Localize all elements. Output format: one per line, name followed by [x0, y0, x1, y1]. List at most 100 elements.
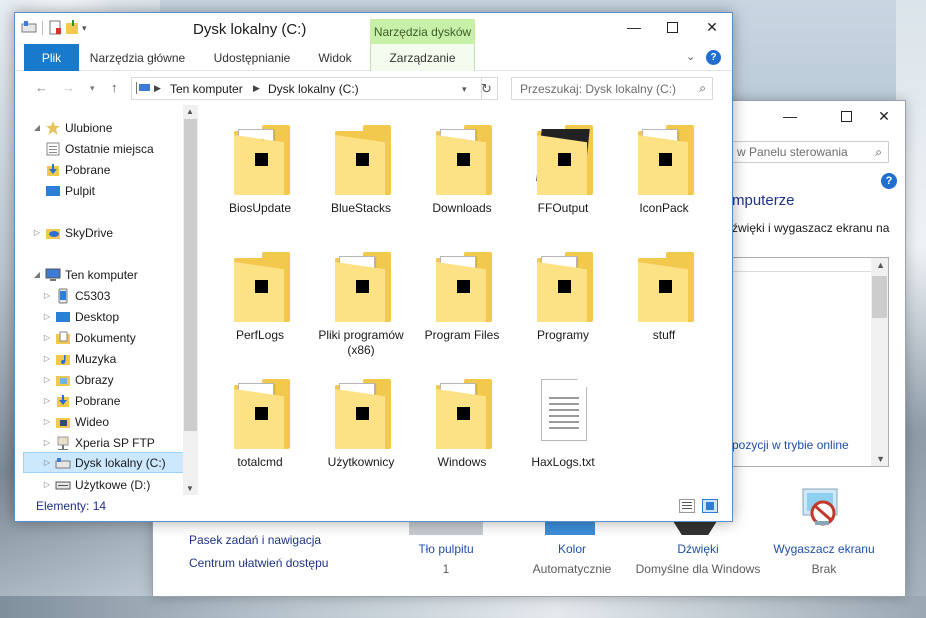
- properties-icon[interactable]: [48, 20, 62, 36]
- expand-arrow-icon[interactable]: ▷: [41, 375, 53, 384]
- file-item[interactable]: Downloads: [412, 115, 512, 225]
- scroll-down-icon[interactable]: ▼: [876, 454, 885, 464]
- back-arrow-icon[interactable]: ←: [35, 80, 48, 95]
- expand-arrow-icon[interactable]: ▷: [41, 458, 53, 467]
- cp-online-link[interactable]: pozycji w trybie online: [732, 438, 849, 452]
- file-item[interactable]: PerfLogs: [210, 242, 310, 352]
- file-item[interactable]: BiosUpdate: [210, 115, 310, 225]
- file-item[interactable]: Programy: [513, 242, 613, 352]
- nav-label: Pobrane: [75, 393, 121, 408]
- cp-minimize-button[interactable]: —: [767, 101, 813, 131]
- gallery-color[interactable]: Kolor: [507, 542, 637, 556]
- gallery-screensaver[interactable]: Wygaszacz ekranu: [759, 542, 889, 556]
- breadcrumb-local-disk[interactable]: Dysk lokalny (C:): [268, 82, 359, 96]
- expand-arrow-icon[interactable]: ▷: [41, 417, 53, 426]
- collapse-arrow-icon[interactable]: ◢: [31, 270, 43, 279]
- expand-arrow-icon[interactable]: ▷: [41, 291, 53, 300]
- nav-videos[interactable]: ▷ Wideo: [41, 411, 109, 432]
- cp-link-taskbar[interactable]: Pasek zadań i nawigacja: [189, 533, 321, 547]
- cp-scroll-thumb[interactable]: [872, 276, 887, 318]
- ribbon-tabs: Plik Narzędzia główne Udostępnianie Wido…: [15, 44, 732, 71]
- gallery-sounds[interactable]: Dźwięki: [633, 542, 763, 556]
- new-folder-icon[interactable]: [65, 20, 79, 36]
- tab-manage[interactable]: Zarządzanie: [370, 44, 475, 71]
- details-view-icon[interactable]: [679, 499, 695, 513]
- forward-arrow-icon[interactable]: →: [62, 80, 75, 95]
- nav-xperia-ftp[interactable]: ▷ Xperia SP FTP: [41, 432, 155, 453]
- up-arrow-icon[interactable]: ↑: [111, 80, 118, 95]
- address-dropdown-icon[interactable]: ▾: [462, 84, 467, 95]
- navigation-pane-scrollbar[interactable]: ▲ ▼: [183, 105, 198, 495]
- expand-arrow-icon[interactable]: ▷: [41, 312, 53, 321]
- file-item[interactable]: BlueStacks: [311, 115, 411, 225]
- address-bar[interactable]: ▶ Ten komputer ▶ Dysk lokalny (C:) ▾: [131, 77, 482, 100]
- file-item[interactable]: Pliki programów (x86): [311, 242, 411, 357]
- recent-locations-chevron-icon[interactable]: ▾: [90, 83, 95, 94]
- file-list[interactable]: BiosUpdate BlueStacks Downloads FFOutput Ico…: [198, 105, 732, 495]
- collapse-arrow-icon[interactable]: ◢: [31, 123, 43, 132]
- refresh-button[interactable]: ↻: [476, 77, 498, 100]
- expand-arrow-icon[interactable]: ▷: [41, 333, 53, 342]
- file-item[interactable]: Program Files: [412, 242, 512, 352]
- tab-share[interactable]: Udostępnianie: [205, 44, 299, 71]
- nav-desktop-favorite[interactable]: Pulpit: [43, 180, 95, 201]
- breadcrumb-arrow-icon[interactable]: ▶: [154, 83, 161, 94]
- expand-arrow-icon[interactable]: ▷: [31, 228, 43, 237]
- expand-arrow-icon[interactable]: ▷: [41, 480, 53, 489]
- close-button[interactable]: ✕: [690, 13, 734, 41]
- help-button[interactable]: ?: [706, 50, 721, 65]
- file-item[interactable]: Użytkownicy: [311, 369, 411, 479]
- tab-home[interactable]: Narzędzia główne: [85, 44, 190, 71]
- cp-link-ease-of-access[interactable]: Centrum ułatwień dostępu: [189, 556, 328, 570]
- scroll-up-icon[interactable]: ▲: [876, 260, 885, 270]
- drive-icon[interactable]: [21, 21, 37, 35]
- file-item[interactable]: stuff: [614, 242, 714, 352]
- qat-customize-icon[interactable]: ▾: [82, 23, 87, 34]
- cp-theme-list-scrollbar[interactable]: ▲ ▼: [871, 258, 888, 466]
- cp-theme-list[interactable]: ▲ ▼: [732, 257, 889, 467]
- navigation-scroll-thumb[interactable]: [184, 119, 197, 431]
- nav-music[interactable]: ▷ Muzyka: [41, 348, 116, 369]
- nav-downloads[interactable]: ▷ Pobrane: [41, 390, 120, 411]
- scroll-down-icon[interactable]: ▼: [186, 484, 194, 493]
- expand-arrow-icon[interactable]: ▷: [41, 396, 53, 405]
- nav-c5303[interactable]: ▷ C5303: [41, 285, 110, 306]
- file-item[interactable]: Windows: [412, 369, 512, 479]
- nav-drive-d[interactable]: ▷ Użytkowe (D:): [41, 474, 150, 495]
- explorer-window[interactable]: ▾ Dysk lokalny (C:) Narzędzia dysków — ✕…: [14, 12, 733, 522]
- nav-documents[interactable]: ▷ Dokumenty: [41, 327, 136, 348]
- ribbon-expand-icon[interactable]: ⌄: [686, 50, 695, 63]
- expand-arrow-icon[interactable]: ▷: [41, 438, 53, 447]
- file-item[interactable]: IconPack: [614, 115, 714, 225]
- search-input[interactable]: Przeszukaj: Dysk lokalny (C:) ⌕: [511, 77, 713, 100]
- cp-search-input[interactable]: w Panelu sterowania ⌕: [732, 141, 889, 163]
- file-item[interactable]: HaxLogs.txt: [513, 369, 613, 479]
- desktop-background-thumbnail[interactable]: [409, 521, 483, 535]
- nav-skydrive[interactable]: ▷ SkyDrive: [31, 222, 113, 243]
- file-item[interactable]: totalcmd: [210, 369, 310, 479]
- screensaver-icon[interactable]: [799, 485, 843, 529]
- breadcrumb-this-pc[interactable]: Ten komputer: [170, 82, 243, 96]
- tab-file[interactable]: Plik: [24, 44, 79, 71]
- cp-help-button[interactable]: ?: [881, 173, 897, 189]
- file-item[interactable]: FFOutput: [513, 115, 613, 225]
- nav-favorites[interactable]: ◢ Ulubione: [31, 117, 112, 138]
- color-thumbnail[interactable]: [545, 521, 595, 535]
- navigation-pane[interactable]: ◢ Ulubione Ostatnie miejsca Pobrane Pulp…: [15, 105, 198, 495]
- scroll-up-icon[interactable]: ▲: [186, 107, 194, 116]
- nav-local-disk-c[interactable]: ▷ Dysk lokalny (C:): [23, 452, 185, 473]
- maximize-button[interactable]: [650, 13, 694, 41]
- cp-close-button[interactable]: ✕: [861, 101, 907, 131]
- breadcrumb-arrow-icon[interactable]: ▶: [253, 83, 260, 94]
- nav-pictures[interactable]: ▷ Obrazy: [41, 369, 114, 390]
- sounds-thumbnail[interactable]: [673, 521, 717, 535]
- nav-recent-places[interactable]: Ostatnie miejsca: [43, 138, 154, 159]
- explorer-titlebar[interactable]: ▾ Dysk lokalny (C:) Narzędzia dysków — ✕: [15, 13, 734, 44]
- expand-arrow-icon[interactable]: ▷: [41, 354, 53, 363]
- nav-favorites-downloads[interactable]: Pobrane: [43, 159, 110, 180]
- nav-this-pc[interactable]: ◢ Ten komputer: [31, 264, 138, 285]
- nav-desktop[interactable]: ▷ Desktop: [41, 306, 119, 327]
- tab-view[interactable]: Widok: [305, 44, 365, 71]
- large-icons-view-icon[interactable]: [702, 499, 718, 513]
- gallery-desktop-background[interactable]: Tło pulpitu: [381, 542, 511, 556]
